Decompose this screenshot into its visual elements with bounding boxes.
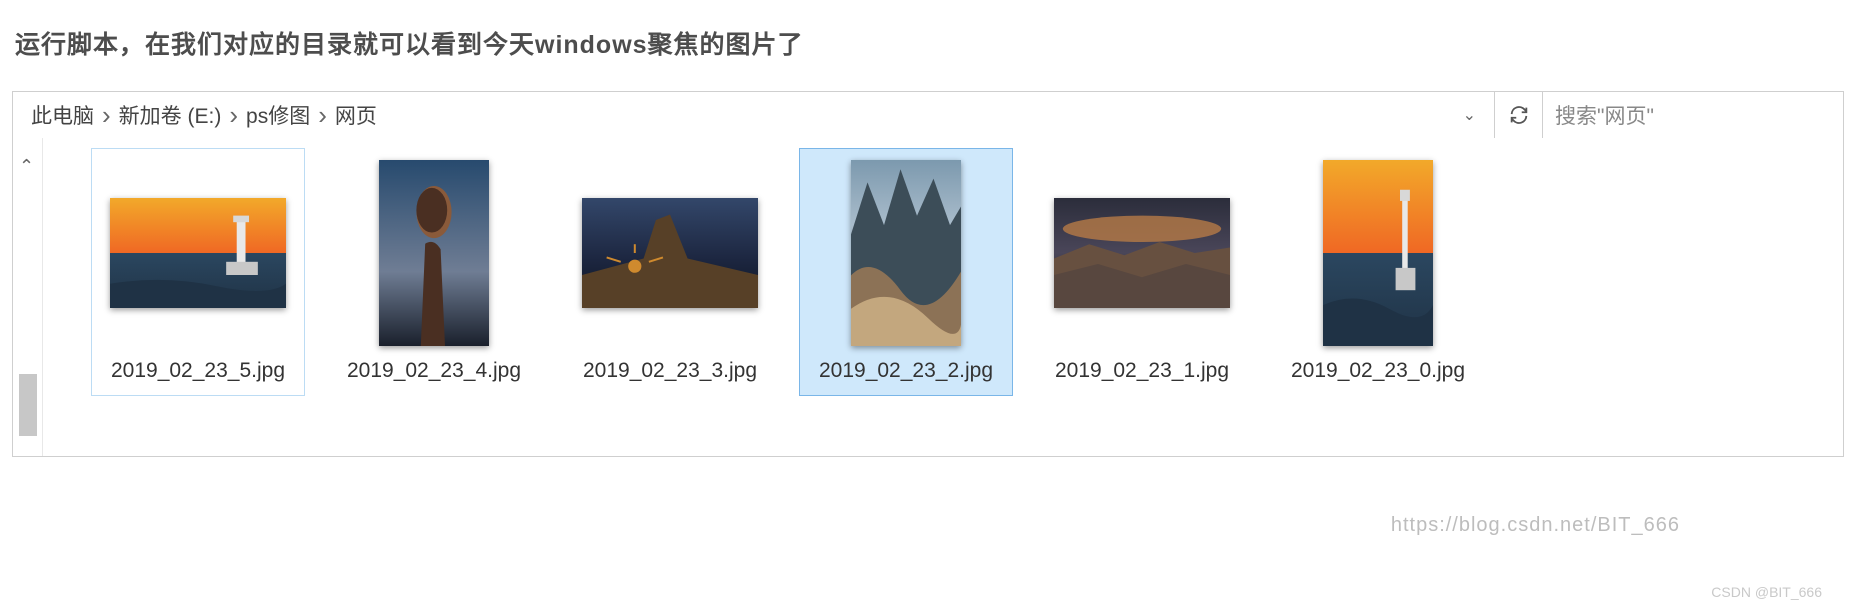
file-item[interactable]: 2019_02_23_0.jpg (1271, 148, 1485, 396)
file-name-label: 2019_02_23_2.jpg (813, 351, 999, 385)
thumbnail (1276, 155, 1480, 351)
file-name-label: 2019_02_23_5.jpg (105, 351, 291, 385)
chevron-right-icon: › (227, 100, 240, 131)
breadcrumb-item[interactable]: 网页 (329, 94, 383, 136)
breadcrumb-item[interactable]: 新加卷 (E:) (113, 94, 228, 136)
file-item[interactable]: 2019_02_23_4.jpg (327, 148, 541, 396)
file-name-label: 2019_02_23_1.jpg (1049, 351, 1235, 385)
file-name-label: 2019_02_23_4.jpg (341, 351, 527, 385)
address-bar-row: 此电脑›新加卷 (E:)›ps修图›网页 ⌄ 搜索"网页" (13, 92, 1843, 138)
chevron-up-icon[interactable]: ⌃ (19, 156, 34, 177)
sidebar-scroll[interactable]: ⌃ (13, 138, 43, 456)
refresh-icon (1508, 104, 1530, 126)
breadcrumb-item[interactable]: 此电脑 (25, 94, 100, 136)
refresh-button[interactable] (1495, 92, 1543, 138)
scrollbar-thumb[interactable] (19, 374, 37, 436)
file-name-label: 2019_02_23_3.jpg (577, 351, 763, 385)
thumbnail (568, 155, 772, 351)
file-grid: 2019_02_23_5.jpg 2019_02_23_4.jpg 2019_0… (43, 138, 1843, 456)
watermark-text: https://blog.csdn.net/BIT_666 (1391, 514, 1680, 537)
file-item[interactable]: 2019_02_23_5.jpg (91, 148, 305, 396)
file-item[interactable]: 2019_02_23_1.jpg (1035, 148, 1249, 396)
explorer-body: ⌃ 2019_02_23_5.jpg 2019_02_23_4.jpg (13, 138, 1843, 456)
breadcrumb-bar[interactable]: 此电脑›新加卷 (E:)›ps修图›网页 ⌄ (13, 92, 1495, 138)
thumbnail (1040, 155, 1244, 351)
watermark-source: CSDN @BIT_666 (1711, 584, 1822, 600)
thumbnail (332, 155, 536, 351)
chevron-right-icon: › (100, 100, 113, 131)
file-explorer-window: 此电脑›新加卷 (E:)›ps修图›网页 ⌄ 搜索"网页" ⌃ 2019_02_… (12, 91, 1844, 457)
thumbnail (804, 155, 1008, 351)
file-item[interactable]: 2019_02_23_3.jpg (563, 148, 777, 396)
chevron-down-icon[interactable]: ⌄ (1463, 105, 1476, 125)
thumbnail (96, 155, 300, 351)
file-item[interactable]: 2019_02_23_2.jpg (799, 148, 1013, 396)
page-heading: 运行脚本，在我们对应的目录就可以看到今天windows聚焦的图片了 (0, 0, 1850, 91)
search-input[interactable]: 搜索"网页" (1543, 92, 1843, 138)
breadcrumb-item[interactable]: ps修图 (240, 94, 316, 136)
chevron-right-icon: › (316, 100, 329, 131)
file-name-label: 2019_02_23_0.jpg (1285, 351, 1471, 385)
